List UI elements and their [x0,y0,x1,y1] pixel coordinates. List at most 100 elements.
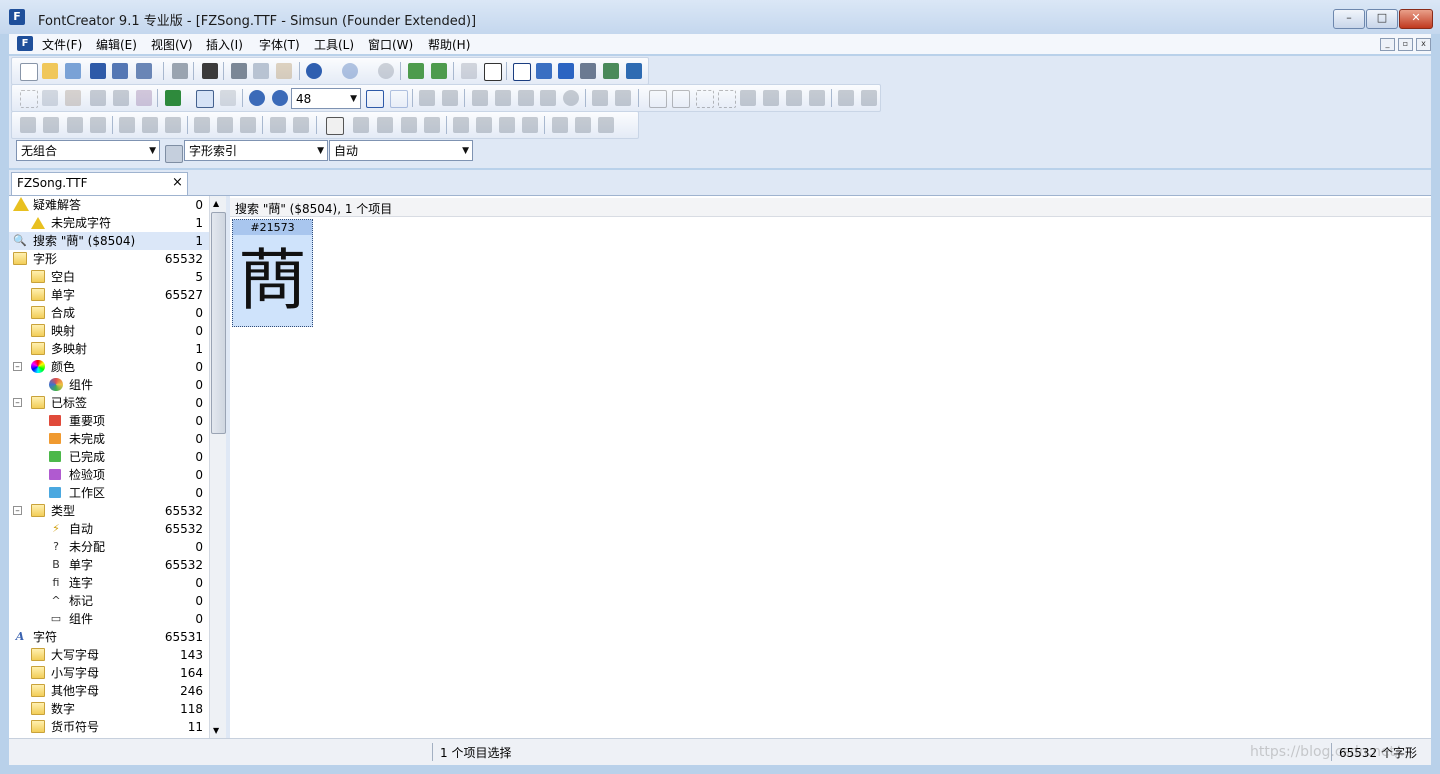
preview-icon[interactable] [580,63,596,79]
node-icon[interactable] [419,90,435,106]
contour-direction-icon[interactable] [401,117,417,133]
menu-file[interactable]: 文件(F) [40,36,84,53]
zoom-out-icon[interactable] [272,90,288,106]
next-glyph-icon[interactable] [615,90,631,106]
bring-forward-icon[interactable] [43,117,59,133]
tree-item-simple-type[interactable]: B 单字 65532 [9,556,209,574]
mdi-restore-button[interactable]: ▫ [1398,38,1413,51]
tree-item-empty[interactable]: 空白 5 [9,268,209,286]
fit-icon[interactable] [366,90,384,108]
tree-item-finished[interactable]: 已完成 0 [9,448,209,466]
grid-toggle-icon[interactable] [196,90,214,108]
distribute-vertical-icon[interactable] [293,117,309,133]
tree-item-tagged[interactable]: – 已标签 0 [9,394,209,412]
maximize-button[interactable]: □ [1366,9,1398,29]
anchor-icon[interactable] [786,90,802,106]
mdi-close-button[interactable]: x [1416,38,1431,51]
tree-item-search[interactable]: 🔍 搜索 "蔄" ($8504) 1 [9,232,209,250]
zoom-in-icon[interactable] [249,90,265,106]
minimize-button[interactable]: – [1333,9,1365,29]
tree-item-check[interactable]: 检验项 0 [9,466,209,484]
tree-item-workspace[interactable]: 工作区 0 [9,484,209,502]
insert-glyph-icon[interactable] [626,63,642,79]
ellipse-icon[interactable] [563,90,579,106]
tree-item-types[interactable]: – 类型 65532 [9,502,209,520]
tree-item-colors[interactable]: – 颜色 0 [9,358,209,376]
tree-item-important[interactable]: 重要项 0 [9,412,209,430]
tree-item-simple[interactable]: 单字 65527 [9,286,209,304]
open-project-icon[interactable] [65,63,81,79]
mode-select[interactable]: 自动 ▼ [329,140,473,161]
tree-item-multi-mapped[interactable]: 多映射 1 [9,340,209,358]
align-left-icon[interactable] [119,117,135,133]
hand-icon[interactable] [65,90,81,106]
align-right-icon[interactable] [165,117,181,133]
properties-icon[interactable] [513,63,531,81]
tree-item-unfinished[interactable]: 未完成 0 [9,430,209,448]
subtract-icon[interactable] [575,117,591,133]
hint-icon[interactable] [861,90,877,106]
menu-insert[interactable]: 插入(I) [204,36,245,53]
open-folder-icon[interactable] [42,63,58,79]
layers-icon[interactable] [838,90,854,106]
document-icon[interactable]: F [17,36,33,51]
find-icon[interactable] [202,63,218,79]
tree-item-composite[interactable]: 合成 0 [9,304,209,322]
outline-icon[interactable] [220,90,236,106]
send-backward-icon[interactable] [67,117,83,133]
copy-icon[interactable] [253,63,269,79]
save-all-icon[interactable] [112,63,128,79]
pen-icon[interactable] [113,90,129,106]
scroll-down-icon[interactable]: ▼ [213,726,219,735]
menu-edit[interactable]: 编辑(E) [94,36,139,53]
guideline-icon[interactable] [649,90,667,108]
menu-window[interactable]: 窗口(W) [366,36,415,53]
menu-font[interactable]: 字体(T) [257,36,302,53]
redo-icon[interactable] [342,63,358,79]
menu-view[interactable]: 视图(V) [149,36,195,53]
new-file-icon[interactable] [20,63,38,81]
simplify-icon[interactable] [377,117,393,133]
lasso-icon[interactable] [42,90,58,106]
collapse-icon[interactable]: – [13,362,22,372]
trace-icon[interactable] [495,90,511,106]
intersect-icon[interactable] [598,117,614,133]
convert-node-icon[interactable] [442,90,458,106]
align-top-icon[interactable] [194,117,210,133]
tree-item-lowercase[interactable]: 小写字母 164 [9,664,209,682]
align-bottom-icon[interactable] [240,117,256,133]
index-select[interactable]: 字形索引 ▼ [184,140,328,161]
text-tool-icon[interactable] [484,63,502,81]
tree-item-color-components[interactable]: 组件 0 [9,376,209,394]
checkmark-icon[interactable] [558,63,574,79]
tree-item-mapped[interactable]: 映射 0 [9,322,209,340]
install-font-icon[interactable] [603,63,619,79]
scrollbar-thumb[interactable] [211,212,226,434]
tree-item-auto[interactable]: ⚡ 自动 65532 [9,520,209,538]
union-icon[interactable] [552,117,568,133]
measure-icon[interactable] [90,90,106,106]
close-button[interactable]: ✕ [1399,9,1433,29]
mdi-minimize-button[interactable]: _ [1380,38,1395,51]
align-middle-icon[interactable] [217,117,233,133]
menu-help[interactable]: 帮助(H) [426,36,472,53]
refresh-icon[interactable] [378,63,394,79]
flip-icon[interactable] [453,117,469,133]
mirror-icon[interactable] [476,117,492,133]
align-center-icon[interactable] [142,117,158,133]
cut-icon[interactable] [231,63,247,79]
tree-item-uppercase[interactable]: 大写字母 143 [9,646,209,664]
save-icon[interactable] [90,63,106,79]
bounding-box-icon[interactable] [696,90,714,108]
close-icon[interactable]: × [172,175,183,190]
transform-panel-icon[interactable] [326,117,344,135]
tree-item-ligature[interactable]: fi 连字 0 [9,574,209,592]
tree-item-glyphs[interactable]: 字形 65532 [9,250,209,268]
menu-tools[interactable]: 工具(L) [312,36,356,53]
metrics-icon[interactable] [763,90,779,106]
fit-selection-icon[interactable] [390,90,408,108]
undo-icon[interactable] [306,63,322,79]
paste-icon[interactable] [276,63,292,79]
distribute-horizontal-icon[interactable] [270,117,286,133]
select-rect-icon[interactable] [20,90,38,108]
